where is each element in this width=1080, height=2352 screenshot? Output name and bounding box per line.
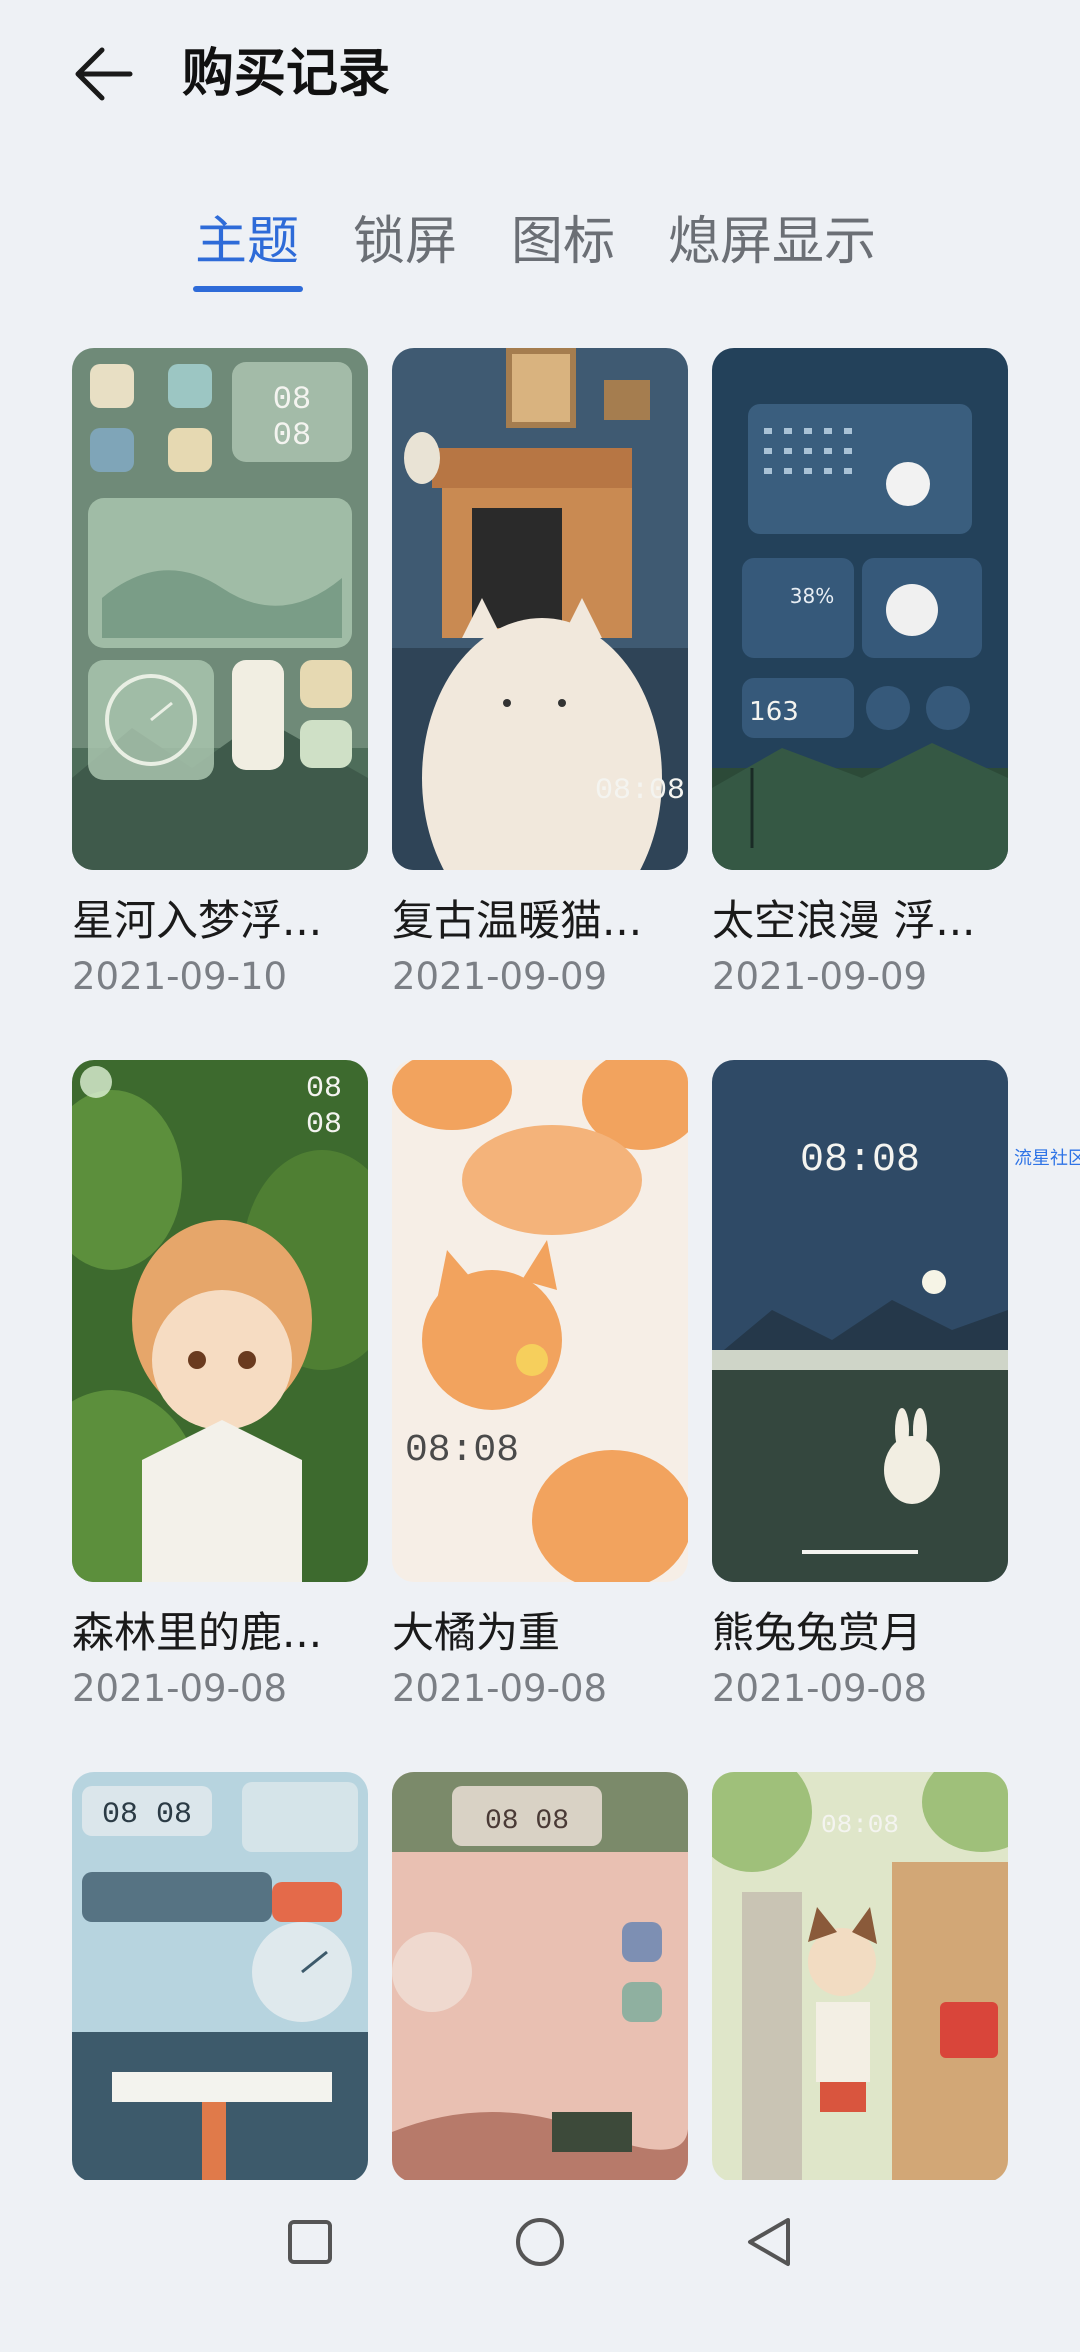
app-header: 购买记录 bbox=[0, 0, 1080, 150]
purchase-date: 2021-09-09 bbox=[712, 955, 928, 998]
square-icon bbox=[288, 2220, 332, 2264]
theme-title: 星河入梦浮... bbox=[72, 896, 323, 945]
theme-thumbnail: 08:08 bbox=[392, 1060, 688, 1582]
svg-text:08:08: 08:08 bbox=[800, 1138, 920, 1183]
theme-card[interactable]: 08 08 星河入梦浮... 2021-09-10 bbox=[72, 348, 368, 998]
theme-card[interactable]: 08:08 复古温暖猫... 2021-09-09 bbox=[392, 348, 688, 998]
theme-card[interactable]: 08:08 熊兔兔赏月 2021-09-08 bbox=[712, 1060, 1008, 1710]
theme-thumbnail: 08 08 bbox=[72, 1772, 368, 2182]
theme-thumbnail: 38% 163 bbox=[712, 348, 1008, 870]
theme-title: 熊兔兔赏月 bbox=[712, 1608, 923, 1657]
svg-text:08: 08 bbox=[306, 1108, 342, 1142]
theme-thumbnail: 08:08 bbox=[712, 1772, 1008, 2182]
theme-card[interactable]: 08 08 森林里的鹿... 2021-09-08 bbox=[72, 1060, 368, 1710]
svg-text:163: 163 bbox=[749, 697, 799, 727]
home-button[interactable] bbox=[500, 2202, 580, 2282]
theme-title: 森林里的鹿... bbox=[72, 1608, 323, 1657]
purchase-date: 2021-09-08 bbox=[72, 1667, 288, 1710]
theme-thumbnail: 08:08 bbox=[712, 1060, 1008, 1582]
tab-bar: 主题 锁屏 图标 熄屏显示 bbox=[0, 200, 1080, 300]
active-tab-indicator bbox=[193, 286, 303, 292]
purchase-date: 2021-09-09 bbox=[392, 955, 608, 998]
theme-thumbnail: 08 08 bbox=[72, 348, 368, 870]
svg-text:08:08: 08:08 bbox=[595, 774, 685, 808]
recents-button[interactable] bbox=[270, 2202, 350, 2282]
tab-theme[interactable]: 主题 bbox=[195, 210, 299, 274]
tab-aod[interactable]: 熄屏显示 bbox=[668, 210, 876, 274]
back-nav-button[interactable] bbox=[730, 2202, 810, 2282]
theme-thumbnail: 08:08 bbox=[392, 348, 688, 870]
svg-text:08:08: 08:08 bbox=[821, 1810, 899, 1840]
purchase-date: 2021-09-10 bbox=[72, 955, 288, 998]
back-button[interactable] bbox=[70, 38, 142, 110]
tab-lockscreen[interactable]: 锁屏 bbox=[353, 210, 457, 274]
watermark-text: 流星社区 bbox=[1014, 1148, 1080, 1169]
svg-text:38%: 38% bbox=[790, 584, 834, 608]
arrow-left-icon bbox=[75, 47, 133, 101]
svg-text:08 08: 08 08 bbox=[102, 1798, 192, 1832]
theme-title: 太空浪漫 浮... bbox=[712, 896, 976, 945]
theme-card[interactable]: 08:08 大橘为重 2021-09-08 bbox=[392, 1060, 688, 1710]
thumb-clock: 08 bbox=[273, 381, 311, 418]
svg-text:08: 08 bbox=[306, 1072, 342, 1106]
system-nav-bar bbox=[0, 2180, 1080, 2309]
purchase-date: 2021-09-08 bbox=[712, 1667, 928, 1710]
svg-text:08 08: 08 08 bbox=[485, 1806, 569, 1837]
svg-text:08: 08 bbox=[273, 417, 311, 454]
theme-thumbnail: 08 08 bbox=[392, 1772, 688, 2182]
purchase-date: 2021-09-08 bbox=[392, 1667, 608, 1710]
svg-text:08:08: 08:08 bbox=[405, 1429, 519, 1472]
theme-thumbnail: 08 08 bbox=[72, 1060, 368, 1582]
page-title: 购买记录 bbox=[182, 44, 391, 104]
triangle-back-icon bbox=[748, 2218, 790, 2266]
theme-title: 大橘为重 bbox=[392, 1608, 561, 1657]
circle-icon bbox=[516, 2218, 564, 2266]
tab-icons[interactable]: 图标 bbox=[511, 210, 615, 274]
theme-title: 复古温暖猫... bbox=[392, 896, 643, 945]
theme-card[interactable]: 38% 163 太空浪漫 浮... 2021-09-09 bbox=[712, 348, 1008, 998]
